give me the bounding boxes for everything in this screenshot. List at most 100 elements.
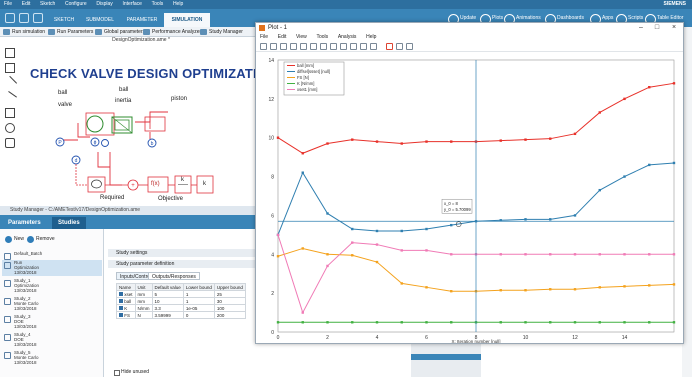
ball-valve-component[interactable] <box>85 112 115 136</box>
list-item[interactable]: Run Optimization 13/03/2018 <box>2 260 102 276</box>
study-icon <box>4 352 11 359</box>
new-study-button[interactable]: New <box>4 235 24 244</box>
image-icon[interactable] <box>406 43 413 50</box>
study-manager-button[interactable]: Study Manager <box>200 28 243 36</box>
column-header[interactable]: Lower bound <box>182 283 215 291</box>
data-point <box>672 253 676 256</box>
data-point <box>425 321 428 324</box>
table-row[interactable]: FS N 3.59999 0 200 <box>116 311 246 319</box>
crosshair-icon[interactable] <box>300 43 307 50</box>
tab-submodel[interactable]: SUBMODEL <box>80 13 120 27</box>
legend-icon[interactable] <box>320 43 327 50</box>
sum-junction-icon[interactable]: + <box>127 179 139 191</box>
plot-menu-file[interactable]: File <box>256 33 272 41</box>
checkbox[interactable] <box>119 306 123 311</box>
performance-analyzer-button[interactable]: Performance Analyzer <box>143 28 201 36</box>
hydraulic-schematic[interactable]: P d ɸ b + <box>0 37 260 207</box>
menu-sketch[interactable]: Sketch <box>36 0 59 8</box>
legend-label: FS [N] <box>297 75 309 80</box>
pan-icon[interactable] <box>280 43 287 50</box>
tab-simulation[interactable]: SIMULATION <box>164 13 210 27</box>
list-item[interactable]: Study_2 Monte Carlo 13/03/2018 <box>2 296 102 312</box>
save-file-icon[interactable] <box>33 13 43 23</box>
data-point <box>573 288 577 291</box>
study-parameter-definition-section[interactable]: Study parameter definition <box>108 260 258 268</box>
checkbox[interactable] <box>119 292 123 297</box>
column-header[interactable]: Default value <box>151 283 184 291</box>
menu-help[interactable]: Help <box>169 0 187 8</box>
maximize-button[interactable]: □ <box>650 23 664 33</box>
new-file-icon[interactable] <box>5 13 15 23</box>
run-simulation-button[interactable]: Run simulation <box>3 28 45 36</box>
table-icon[interactable] <box>396 43 403 50</box>
settings-icon[interactable] <box>370 43 377 50</box>
plot-window[interactable]: Plot - 1 – □ × File Edit View Tools Anal… <box>255 22 684 344</box>
plot-menu-tools[interactable]: Tools <box>312 33 332 41</box>
pressure-sensor-icons[interactable] <box>55 137 157 165</box>
study-list-panel: New Remove Default_Batch Run Optimizatio… <box>0 229 104 377</box>
marker-icon[interactable] <box>310 43 317 50</box>
data-point <box>549 218 552 221</box>
plot-window-title[interactable]: Plot - 1 <box>256 23 683 33</box>
data-point <box>549 321 552 324</box>
study-settings-section[interactable]: Study settings <box>108 249 258 257</box>
warning-icon[interactable] <box>386 43 393 50</box>
column-header[interactable]: Unit <box>134 283 153 291</box>
data-point <box>623 285 626 288</box>
zoom-fit-icon[interactable] <box>270 43 277 50</box>
remove-study-button[interactable]: Remove <box>26 235 55 244</box>
svg-text:+: + <box>131 183 135 189</box>
checkbox[interactable] <box>119 299 123 304</box>
table-row[interactable]: xset mm 5 1 25 <box>116 290 246 298</box>
grid-icon[interactable] <box>330 43 337 50</box>
y-tick-label: 8 <box>271 175 274 181</box>
list-item[interactable]: Study_4 DOE 13/03/2018 <box>2 332 102 348</box>
cursor-icon[interactable] <box>290 43 297 50</box>
print-icon[interactable] <box>350 43 357 50</box>
checkbox[interactable] <box>119 313 123 318</box>
hide-unused-checkbox[interactable]: Hide unused <box>114 369 149 376</box>
export-icon[interactable] <box>340 43 347 50</box>
tab-parameters[interactable]: Parameters <box>8 217 41 229</box>
menu-tools[interactable]: Tools <box>148 0 168 8</box>
data-point <box>375 321 379 324</box>
close-button[interactable]: × <box>667 23 681 33</box>
plot-menu-edit[interactable]: Edit <box>274 33 291 41</box>
menu-display[interactable]: Display <box>92 0 116 8</box>
ball-inertia-component[interactable] <box>111 116 133 134</box>
list-item[interactable]: Study_3 DOE 13/03/2018 <box>2 314 102 330</box>
menu-interface[interactable]: Interface <box>118 0 145 8</box>
data-point <box>672 283 676 286</box>
tab-sketch[interactable]: SKETCH <box>48 13 80 27</box>
list-item[interactable]: Study_5 Monte Carlo 13/03/2018 <box>2 350 102 366</box>
plot-menu-analysis[interactable]: Analysis <box>334 33 361 41</box>
data-point <box>524 253 527 256</box>
zoom-icon[interactable] <box>260 43 267 50</box>
data-source-icon[interactable] <box>87 176 106 193</box>
menu-file[interactable]: File <box>0 0 16 8</box>
menu-configure[interactable]: Configure <box>61 0 91 8</box>
plot-menu-view[interactable]: View <box>292 33 311 41</box>
list-item[interactable]: Default_Batch <box>2 251 102 260</box>
table-row[interactable]: K N/mm 3.3 1e-05 100 <box>116 304 246 312</box>
study-manager-tabs: Parameters Studies <box>0 215 260 229</box>
line-chart[interactable]: 0 2 4 6 8 10 12 1402468101214X: Iteration numbe… <box>256 52 683 343</box>
tab-parameter[interactable]: PARAMETER <box>120 13 164 27</box>
copy-icon[interactable] <box>360 43 367 50</box>
list-item[interactable]: Study_1 Optimization 13/03/2018 <box>2 278 102 294</box>
plot-menu-help[interactable]: Help <box>362 33 380 41</box>
minimize-button[interactable]: – <box>634 23 648 33</box>
column-header[interactable]: Name <box>116 283 136 291</box>
open-file-icon[interactable] <box>19 13 29 23</box>
menu-edit[interactable]: Edit <box>18 0 35 8</box>
tab-outputs-responses[interactable]: Outputs/Responses <box>148 272 200 280</box>
study-icon <box>4 298 11 305</box>
global-parameters-button[interactable]: Global parameters <box>95 28 145 36</box>
piston-component[interactable] <box>144 116 166 132</box>
data-point <box>450 321 453 324</box>
run-parameters-button[interactable]: Run Parameters <box>48 28 93 36</box>
column-header[interactable]: Upper bound <box>213 283 246 291</box>
gain-block-1-label: k <box>181 177 184 183</box>
table-row[interactable]: ball mm 10 1 30 <box>116 297 246 305</box>
tab-studies[interactable]: Studies <box>52 217 86 229</box>
